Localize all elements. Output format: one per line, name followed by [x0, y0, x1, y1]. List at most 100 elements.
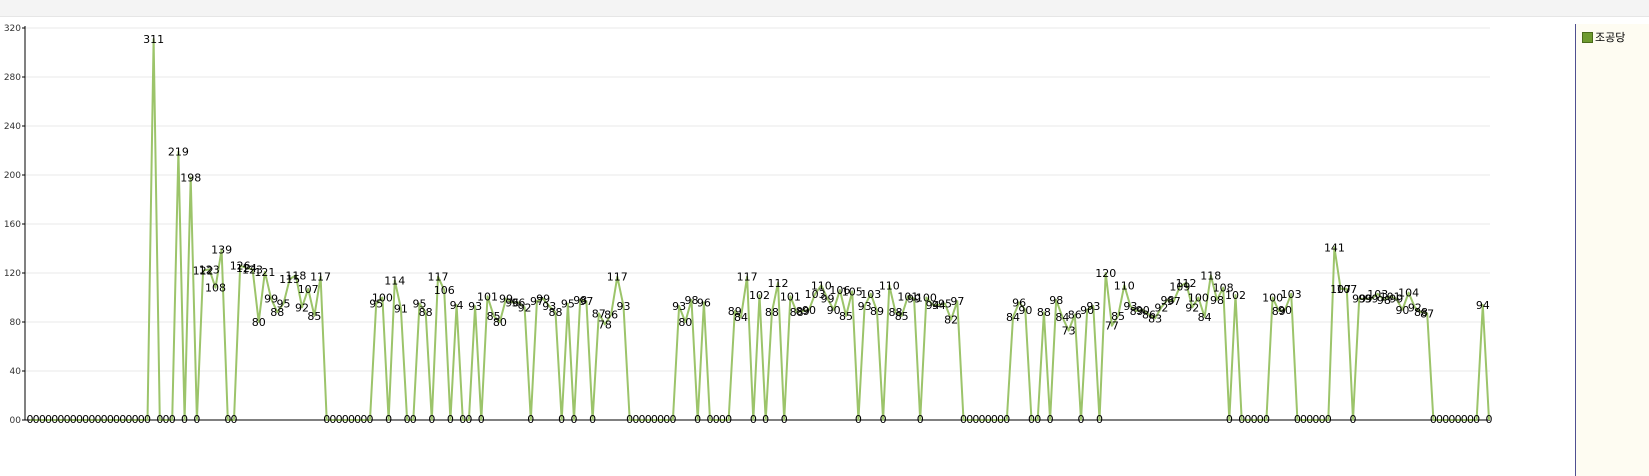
- data-label: 0: [231, 413, 238, 426]
- data-label: 0: [1003, 413, 1010, 426]
- data-label: 0: [1226, 413, 1233, 426]
- data-label: 88: [419, 306, 433, 319]
- data-label: 107: [298, 283, 319, 296]
- data-label: 121: [254, 266, 275, 279]
- data-label: 117: [737, 271, 758, 284]
- data-label: 96: [697, 296, 711, 309]
- data-label: 118: [285, 269, 306, 282]
- data-label: 0: [917, 413, 924, 426]
- legend: 조공당: [1575, 24, 1649, 476]
- data-label: 118: [1200, 269, 1221, 282]
- data-label: 0: [571, 413, 578, 426]
- y-tick-label: 00: [10, 416, 22, 426]
- data-label: 88: [1037, 306, 1051, 319]
- data-label: 88: [765, 306, 779, 319]
- data-label: 90: [1018, 304, 1032, 317]
- data-label: 0: [193, 413, 200, 426]
- y-tick-label: 320: [4, 24, 21, 34]
- legend-item[interactable]: 조공당: [1582, 29, 1625, 45]
- data-label: 94: [450, 299, 464, 312]
- data-label: 85: [839, 310, 853, 323]
- data-label: 0: [428, 413, 435, 426]
- data-label: 120: [1095, 267, 1116, 280]
- data-label: 219: [168, 146, 189, 159]
- data-label: 0: [144, 413, 151, 426]
- y-tick-label: 280: [4, 73, 21, 83]
- y-tick-label: 160: [4, 220, 21, 230]
- y-tick-label: 40: [10, 367, 22, 377]
- data-label: 80: [678, 316, 692, 329]
- data-label: 97: [1167, 295, 1181, 308]
- y-tick-label: 80: [10, 318, 22, 328]
- data-label: 0: [181, 413, 188, 426]
- data-label: 0: [1077, 413, 1084, 426]
- line-chart: 004080120160200240280320 000000000000000…: [4, 24, 1493, 426]
- data-label: 0: [762, 413, 769, 426]
- data-label: 0: [669, 413, 676, 426]
- data-label: 117: [428, 271, 449, 284]
- data-label: 102: [749, 289, 770, 302]
- data-label: 93: [616, 300, 630, 313]
- data-label: 0: [694, 413, 701, 426]
- y-tick-label: 240: [4, 122, 21, 132]
- data-label: 112: [1176, 277, 1197, 290]
- data-label: 0: [367, 413, 374, 426]
- data-label: 98: [1049, 294, 1063, 307]
- data-label: 139: [211, 244, 232, 257]
- data-label: 0: [725, 413, 732, 426]
- data-label: 89: [870, 305, 884, 318]
- data-label: 80: [493, 316, 507, 329]
- data-label: 114: [384, 274, 405, 287]
- y-tick-label: 120: [4, 269, 21, 279]
- data-label: 90: [802, 304, 816, 317]
- data-label: 73: [1062, 325, 1076, 338]
- data-label: 0: [1047, 413, 1054, 426]
- data-label: 97: [950, 295, 964, 308]
- legend-swatch: [1582, 31, 1593, 43]
- data-label: 117: [607, 271, 628, 284]
- legend-label: 조공당: [1595, 31, 1626, 44]
- data-label: 0: [527, 413, 534, 426]
- data-label: 82: [944, 314, 958, 327]
- data-label: 198: [180, 171, 201, 184]
- data-label: 0: [1096, 413, 1103, 426]
- data-label: 141: [1324, 241, 1345, 254]
- data-label: 84: [1198, 311, 1212, 324]
- data-label: 0: [478, 413, 485, 426]
- data-label: 101: [477, 290, 498, 303]
- data-label: 100: [1188, 292, 1209, 305]
- data-label: 117: [310, 271, 331, 284]
- data-label: 311: [143, 33, 164, 46]
- data-label: 90: [1278, 304, 1292, 317]
- data-label: 100: [372, 292, 393, 305]
- data-label: 0: [781, 413, 788, 426]
- data-label: 0: [1325, 413, 1332, 426]
- data-label: 106: [434, 284, 455, 297]
- data-label: 102: [1225, 289, 1246, 302]
- data-label: 0: [880, 413, 887, 426]
- data-label: 91: [394, 303, 408, 316]
- data-label: 0: [447, 413, 454, 426]
- data-label: 0: [1034, 413, 1041, 426]
- data-label: 93: [1086, 300, 1100, 313]
- data-label: 123: [199, 263, 220, 276]
- data-label: 95: [276, 298, 290, 311]
- data-label: 103: [1281, 288, 1302, 301]
- data-label: 84: [734, 311, 748, 324]
- series-polyline: [30, 38, 1490, 421]
- data-label: 0: [750, 413, 757, 426]
- data-label: 0: [169, 413, 176, 426]
- data-label: 0: [855, 413, 862, 426]
- data-label: 101: [780, 290, 801, 303]
- data-label: 104: [1398, 287, 1419, 300]
- data-label: 112: [768, 277, 789, 290]
- data-label: 0: [410, 413, 417, 426]
- data-label: 0: [385, 413, 392, 426]
- y-tick-label: 200: [4, 171, 21, 181]
- data-label: 0: [1349, 413, 1356, 426]
- data-label: 80: [252, 316, 266, 329]
- data-label: 108: [205, 282, 226, 295]
- data-label: 0: [1473, 413, 1480, 426]
- data-label: 97: [579, 295, 593, 308]
- data-label: 87: [1420, 307, 1434, 320]
